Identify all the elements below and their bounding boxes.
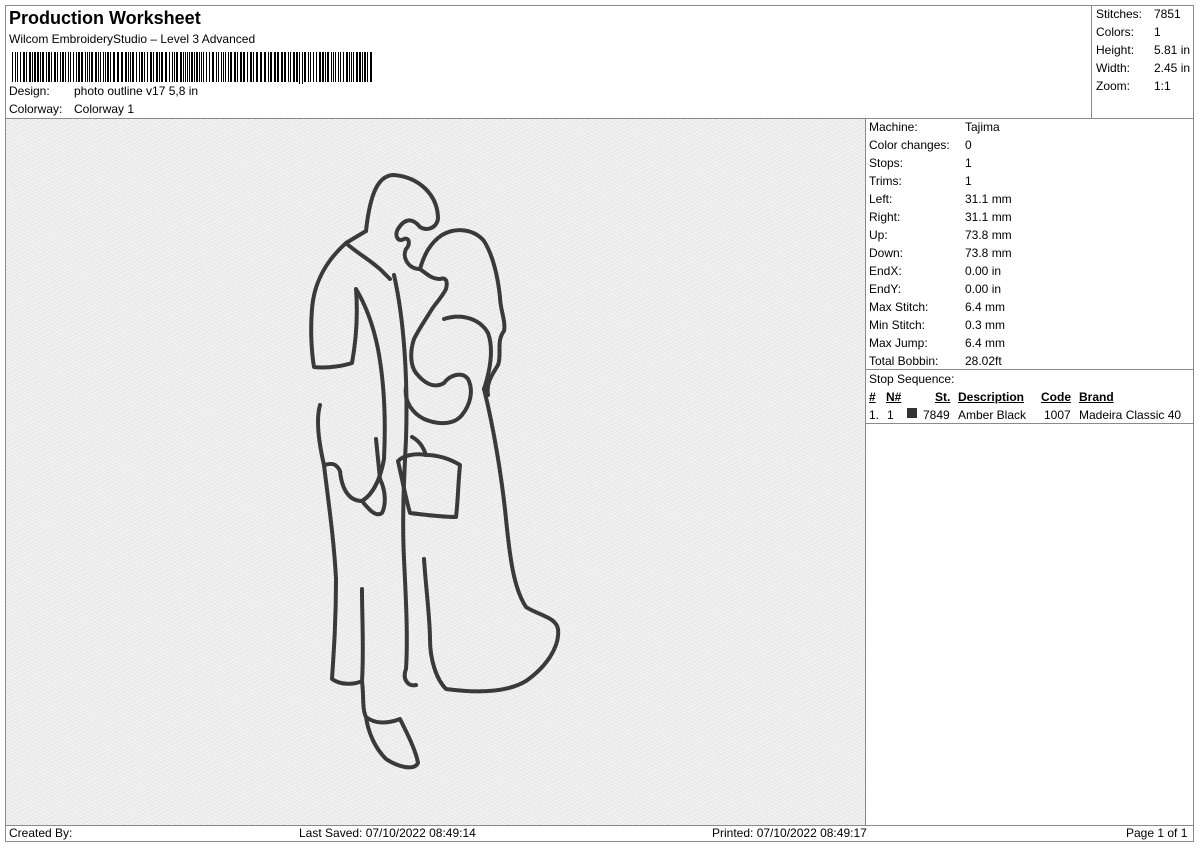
seq-header-description: Description	[958, 390, 1025, 404]
up-value: 73.8 mm	[965, 228, 1012, 242]
man-leg-left	[322, 463, 365, 686]
design-preview	[6, 119, 865, 825]
created-by: Created By:	[9, 826, 73, 840]
woman-head-outline	[418, 228, 507, 397]
woman-arm-outline	[403, 371, 473, 426]
embroidery-outline	[309, 173, 561, 770]
height-label: Height:	[1096, 43, 1135, 57]
last-saved: Last Saved: 07/10/2022 08:49:14	[299, 826, 476, 840]
thread-color-swatch	[907, 408, 917, 418]
seq-row-code: 1007	[1044, 408, 1071, 422]
man-collar-outline	[344, 229, 392, 281]
machine-label: Machine:	[869, 120, 918, 134]
min-stitch-value: 0.3 mm	[965, 318, 1006, 332]
seq-row-st: 7849	[923, 408, 950, 422]
stitches-label: Stitches:	[1096, 7, 1143, 21]
software-name: Wilcom EmbroideryStudio – Level 3 Advanc…	[9, 32, 256, 46]
down-label: Down:	[869, 246, 904, 260]
worksheet-header: Production Worksheet Wilcom EmbroiderySt…	[6, 6, 1092, 118]
page-number: Page 1 of 1	[1126, 826, 1188, 840]
seq-row-description: Amber Black	[958, 408, 1027, 422]
right-label: Right:	[869, 210, 901, 224]
man-boot-outline	[360, 679, 420, 770]
max-stitch-value: 6.4 mm	[965, 300, 1006, 314]
colorway-value: Colorway 1	[74, 102, 135, 116]
footer-divider	[6, 825, 1194, 826]
seq-header-num: #	[869, 390, 876, 404]
max-jump-label: Max Jump:	[869, 336, 928, 350]
trims-label: Trims:	[869, 174, 902, 188]
seq-row-n: 1	[887, 408, 894, 422]
stitches-value: 7851	[1154, 7, 1181, 21]
total-bobbin-label: Total Bobbin:	[869, 354, 939, 368]
panel-divider	[865, 118, 866, 825]
seq-header-brand: Brand	[1079, 390, 1114, 404]
woman-skirt-outline	[422, 387, 561, 694]
colorway-label: Colorway:	[9, 102, 63, 116]
stop-sequence-title: Stop Sequence:	[869, 372, 955, 386]
zoom-label: Zoom:	[1096, 79, 1131, 93]
seq-row-brand: Madeira Classic 40	[1079, 408, 1182, 422]
down-value: 73.8 mm	[965, 246, 1012, 260]
seq-header-code: Code	[1041, 390, 1071, 404]
man-hand-outline	[360, 437, 387, 517]
woman-face-outline	[409, 267, 449, 375]
colors-value: 1	[1154, 25, 1161, 39]
left-label: Left:	[869, 192, 893, 206]
sequence-divider	[866, 423, 1194, 424]
max-jump-value: 6.4 mm	[965, 336, 1006, 350]
endy-value: 0.00 in	[965, 282, 1002, 296]
design-label: Design:	[9, 84, 50, 98]
stops-value: 1	[965, 156, 972, 170]
stops-label: Stops:	[869, 156, 904, 170]
trims-value: 1	[965, 174, 972, 188]
width-value: 2.45 in	[1154, 61, 1191, 75]
endx-label: EndX:	[869, 264, 902, 278]
bag-outline	[396, 452, 462, 519]
total-bobbin-value: 28.02ft	[965, 354, 1002, 368]
worksheet-title: Production Worksheet	[9, 8, 201, 28]
endy-label: EndY:	[869, 282, 902, 296]
height-value: 5.81 in	[1154, 43, 1191, 57]
zoom-value: 1:1	[1154, 79, 1171, 93]
machine-value: Tajima	[965, 120, 1000, 134]
min-stitch-label: Min Stitch:	[869, 318, 926, 332]
man-leg-right	[392, 273, 418, 688]
endx-value: 0.00 in	[965, 264, 1002, 278]
barcode	[12, 52, 372, 84]
design-value: photo outline v17 5,8 in	[74, 84, 199, 98]
left-value: 31.1 mm	[965, 192, 1012, 206]
up-label: Up:	[869, 228, 888, 242]
seq-header-n: N#	[886, 390, 902, 404]
seq-row-num: 1.	[869, 408, 880, 422]
man-body-outline	[309, 241, 387, 503]
summary-box: Stitches: 7851 Colors: 1 Height: 5.81 in…	[1091, 6, 1195, 118]
printed-date: Printed: 07/10/2022 08:49:17	[712, 826, 867, 840]
color-changes-value: 0	[965, 138, 972, 152]
max-stitch-label: Max Stitch:	[869, 300, 929, 314]
width-label: Width:	[1096, 61, 1131, 75]
right-value: 31.1 mm	[965, 210, 1012, 224]
colors-label: Colors:	[1096, 25, 1135, 39]
props-divider	[866, 369, 1194, 370]
seq-header-st: St.	[935, 390, 951, 404]
color-changes-label: Color changes:	[869, 138, 950, 152]
